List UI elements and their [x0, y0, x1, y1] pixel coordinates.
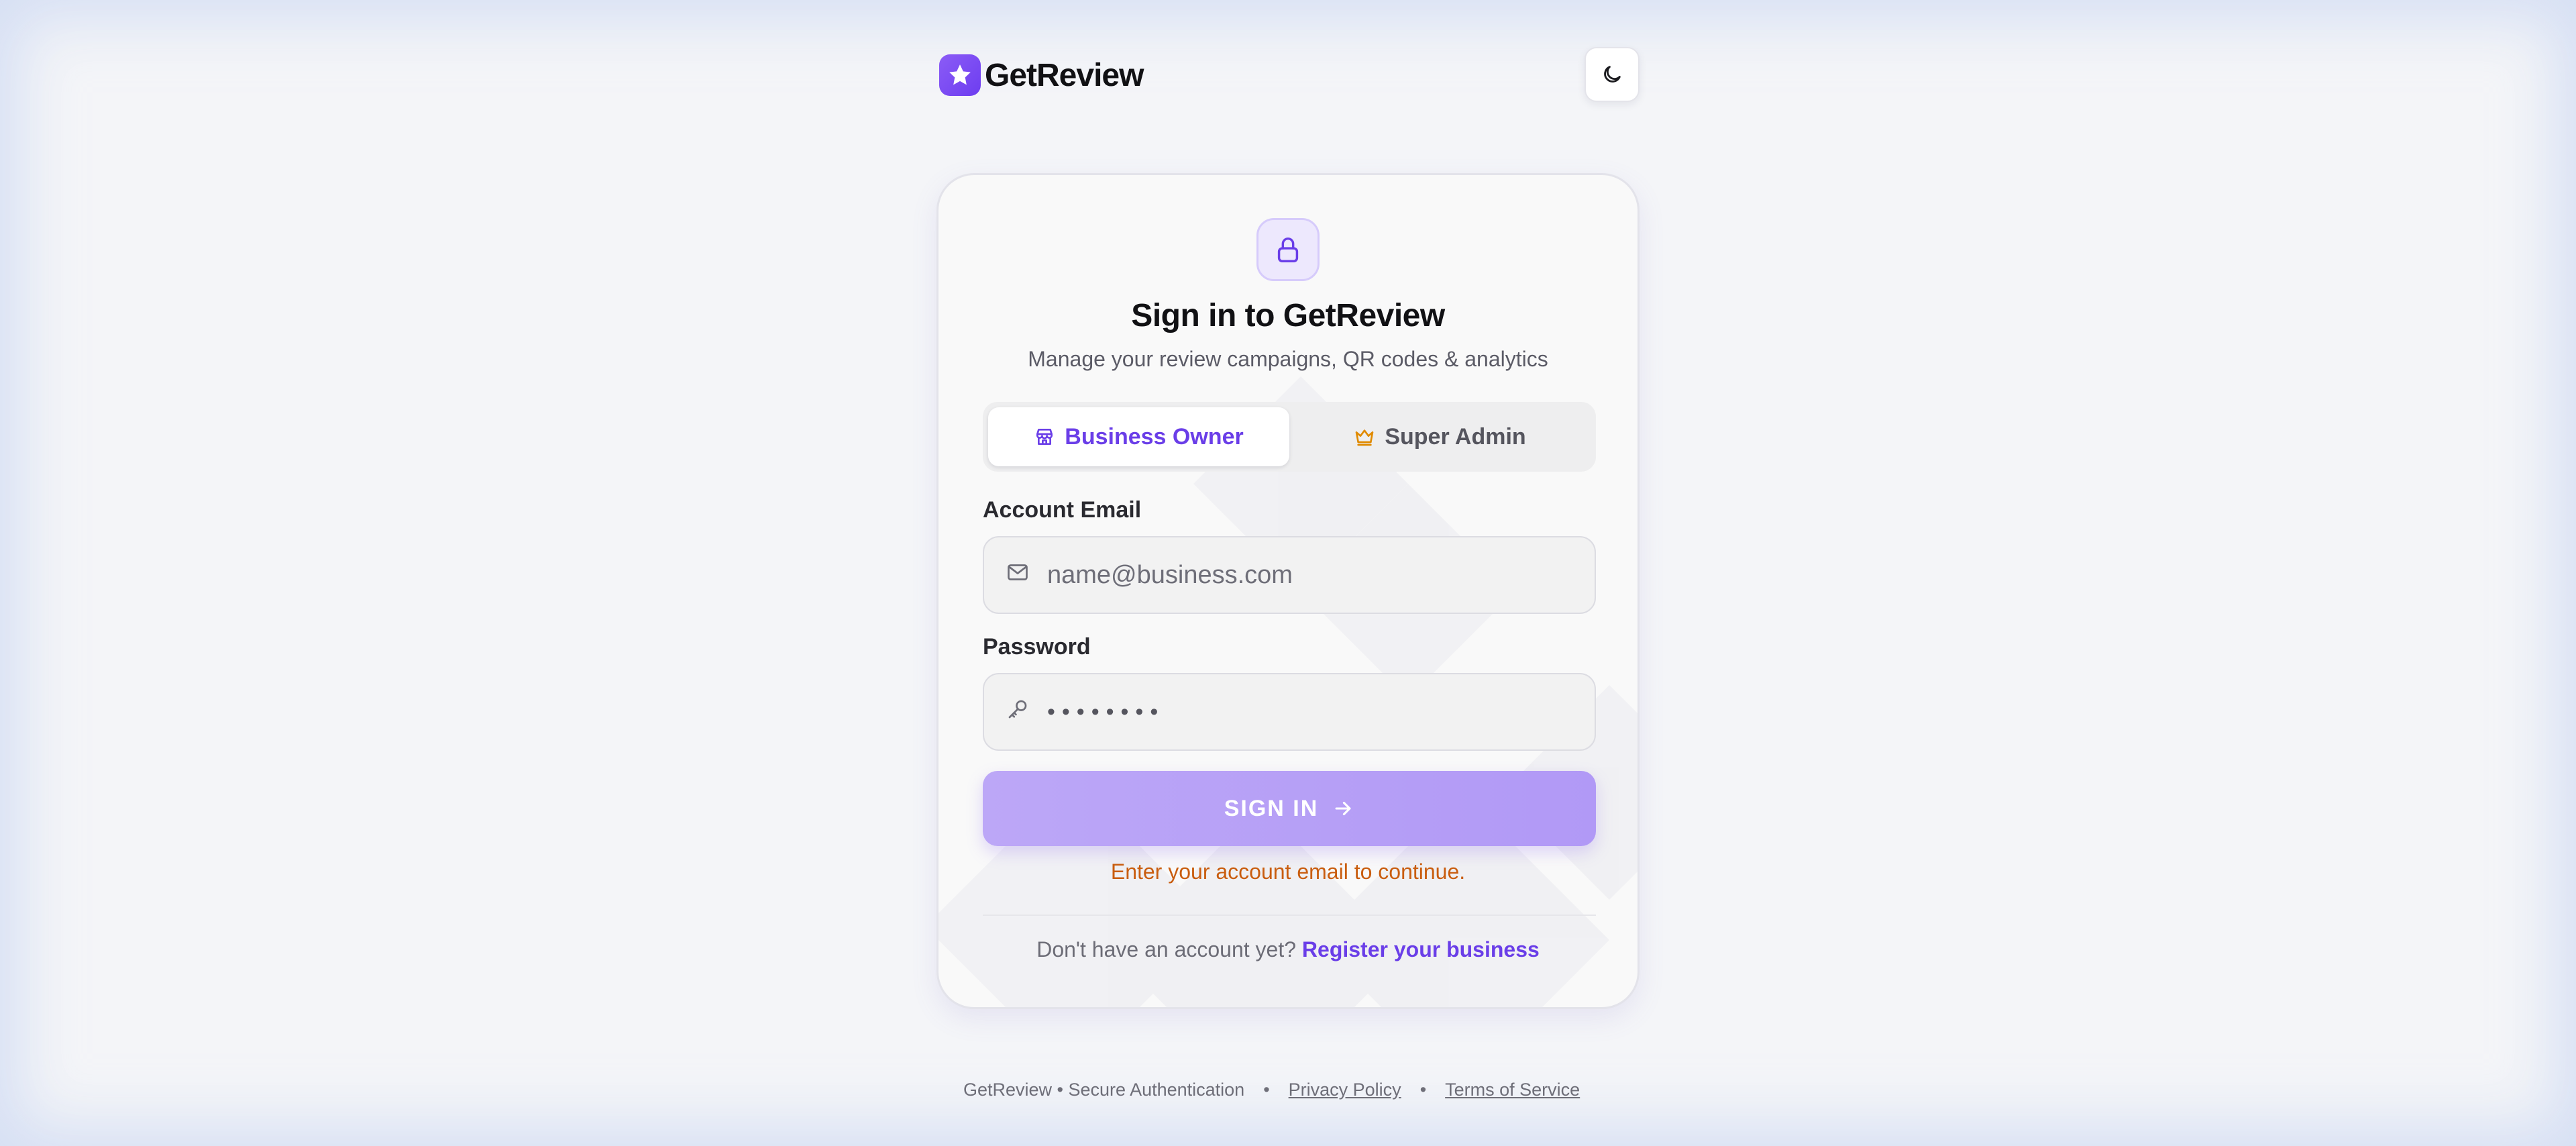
- privacy-policy-link[interactable]: Privacy Policy: [1289, 1080, 1401, 1100]
- email-placeholder: name@business.com: [1047, 560, 1293, 589]
- footer-tagline: GetReview • Secure Authentication: [963, 1079, 1245, 1100]
- password-value: ••••••••: [1047, 698, 1165, 725]
- brand[interactable]: GetReview: [939, 54, 1144, 97]
- footer-separator: •: [1263, 1079, 1270, 1100]
- divider: [983, 915, 1596, 916]
- tab-super-admin-label: Super Admin: [1385, 423, 1526, 450]
- footer-separator: •: [1419, 1079, 1427, 1100]
- tab-business-owner[interactable]: Business Owner: [988, 407, 1289, 466]
- register-link[interactable]: Register your business: [1302, 937, 1540, 961]
- register-row: Don't have an account yet? Register your…: [938, 937, 1638, 962]
- password-label: Password: [983, 634, 1091, 660]
- lock-icon: [1277, 238, 1299, 262]
- tab-business-owner-label: Business Owner: [1065, 423, 1244, 450]
- arrow-right-icon: [1335, 801, 1351, 816]
- role-switch: Business Owner Super Admin: [983, 402, 1596, 472]
- terms-of-service-link[interactable]: Terms of Service: [1445, 1080, 1580, 1100]
- register-prompt: Don't have an account yet?: [1036, 937, 1302, 961]
- email-field[interactable]: name@business.com: [983, 536, 1596, 614]
- lock-badge: [1256, 218, 1320, 281]
- password-field[interactable]: ••••••••: [983, 673, 1596, 751]
- store-icon: [1036, 429, 1053, 445]
- email-label: Account Email: [983, 497, 1142, 523]
- signin-card: Sign in to GetReview Manage your review …: [936, 173, 1640, 1009]
- error-message: Enter your account email to continue.: [1110, 860, 1466, 884]
- theme-toggle-button[interactable]: [1585, 47, 1640, 102]
- star-icon: [939, 54, 981, 96]
- signin-button[interactable]: SIGN IN: [983, 771, 1596, 846]
- moon-icon: [1604, 66, 1621, 83]
- key-icon: [1004, 696, 1031, 723]
- signin-button-label: SIGN IN: [1224, 795, 1319, 821]
- tab-super-admin[interactable]: Super Admin: [1289, 407, 1591, 466]
- brand-name: GetReview: [985, 57, 1144, 93]
- page-title: Sign in to GetReview: [1131, 298, 1445, 333]
- mail-icon: [1004, 559, 1031, 586]
- page-subtitle: Manage your review campaigns, QR codes &…: [1028, 347, 1548, 371]
- footer: GetReview • Secure Authentication • Priv…: [963, 1076, 1580, 1103]
- crown-icon: [1356, 429, 1374, 446]
